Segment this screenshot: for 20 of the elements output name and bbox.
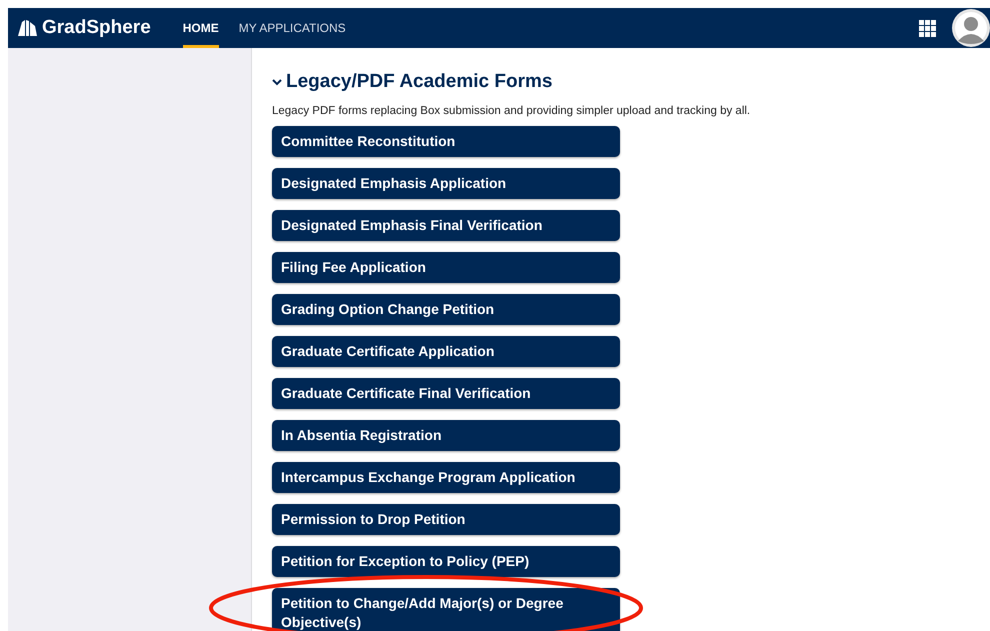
logo-text: GradSphere (42, 16, 151, 40)
form-button[interactable]: Committee Reconstitution (272, 126, 620, 157)
form-button[interactable]: Petition to Change/Add Major(s) or Degree Objective(s) (272, 588, 620, 631)
form-button[interactable]: Graduate Certificate Final Verification (272, 378, 620, 409)
logo-icon (16, 18, 38, 38)
chevron-icon[interactable] (272, 78, 282, 86)
form-button[interactable]: Designated Emphasis Final Verification (272, 210, 620, 241)
section-title: Legacy/PDF Academic Forms (286, 70, 552, 94)
form-button[interactable]: Intercampus Exchange Program Application (272, 462, 620, 493)
avatar-icon[interactable] (952, 9, 990, 47)
form-button[interactable]: Filing Fee Application (272, 252, 620, 283)
nav-tab[interactable]: MY APPLICATIONS (238, 8, 346, 48)
form-button[interactable]: Graduate Certificate Application (272, 336, 620, 367)
form-button[interactable]: Petition for Exception to Policy (PEP) (272, 546, 620, 577)
form-button[interactable]: Permission to Drop Petition (272, 504, 620, 535)
form-button[interactable]: Designated Emphasis Application (272, 168, 620, 199)
form-button[interactable]: Grading Option Change Petition (272, 294, 620, 325)
section-description: Legacy PDF forms replacing Box submission and providing simpler upload and tracking by all. (272, 104, 752, 118)
form-button[interactable]: In Absentia Registration (272, 420, 620, 451)
apps-grid-icon[interactable] (919, 20, 936, 36)
